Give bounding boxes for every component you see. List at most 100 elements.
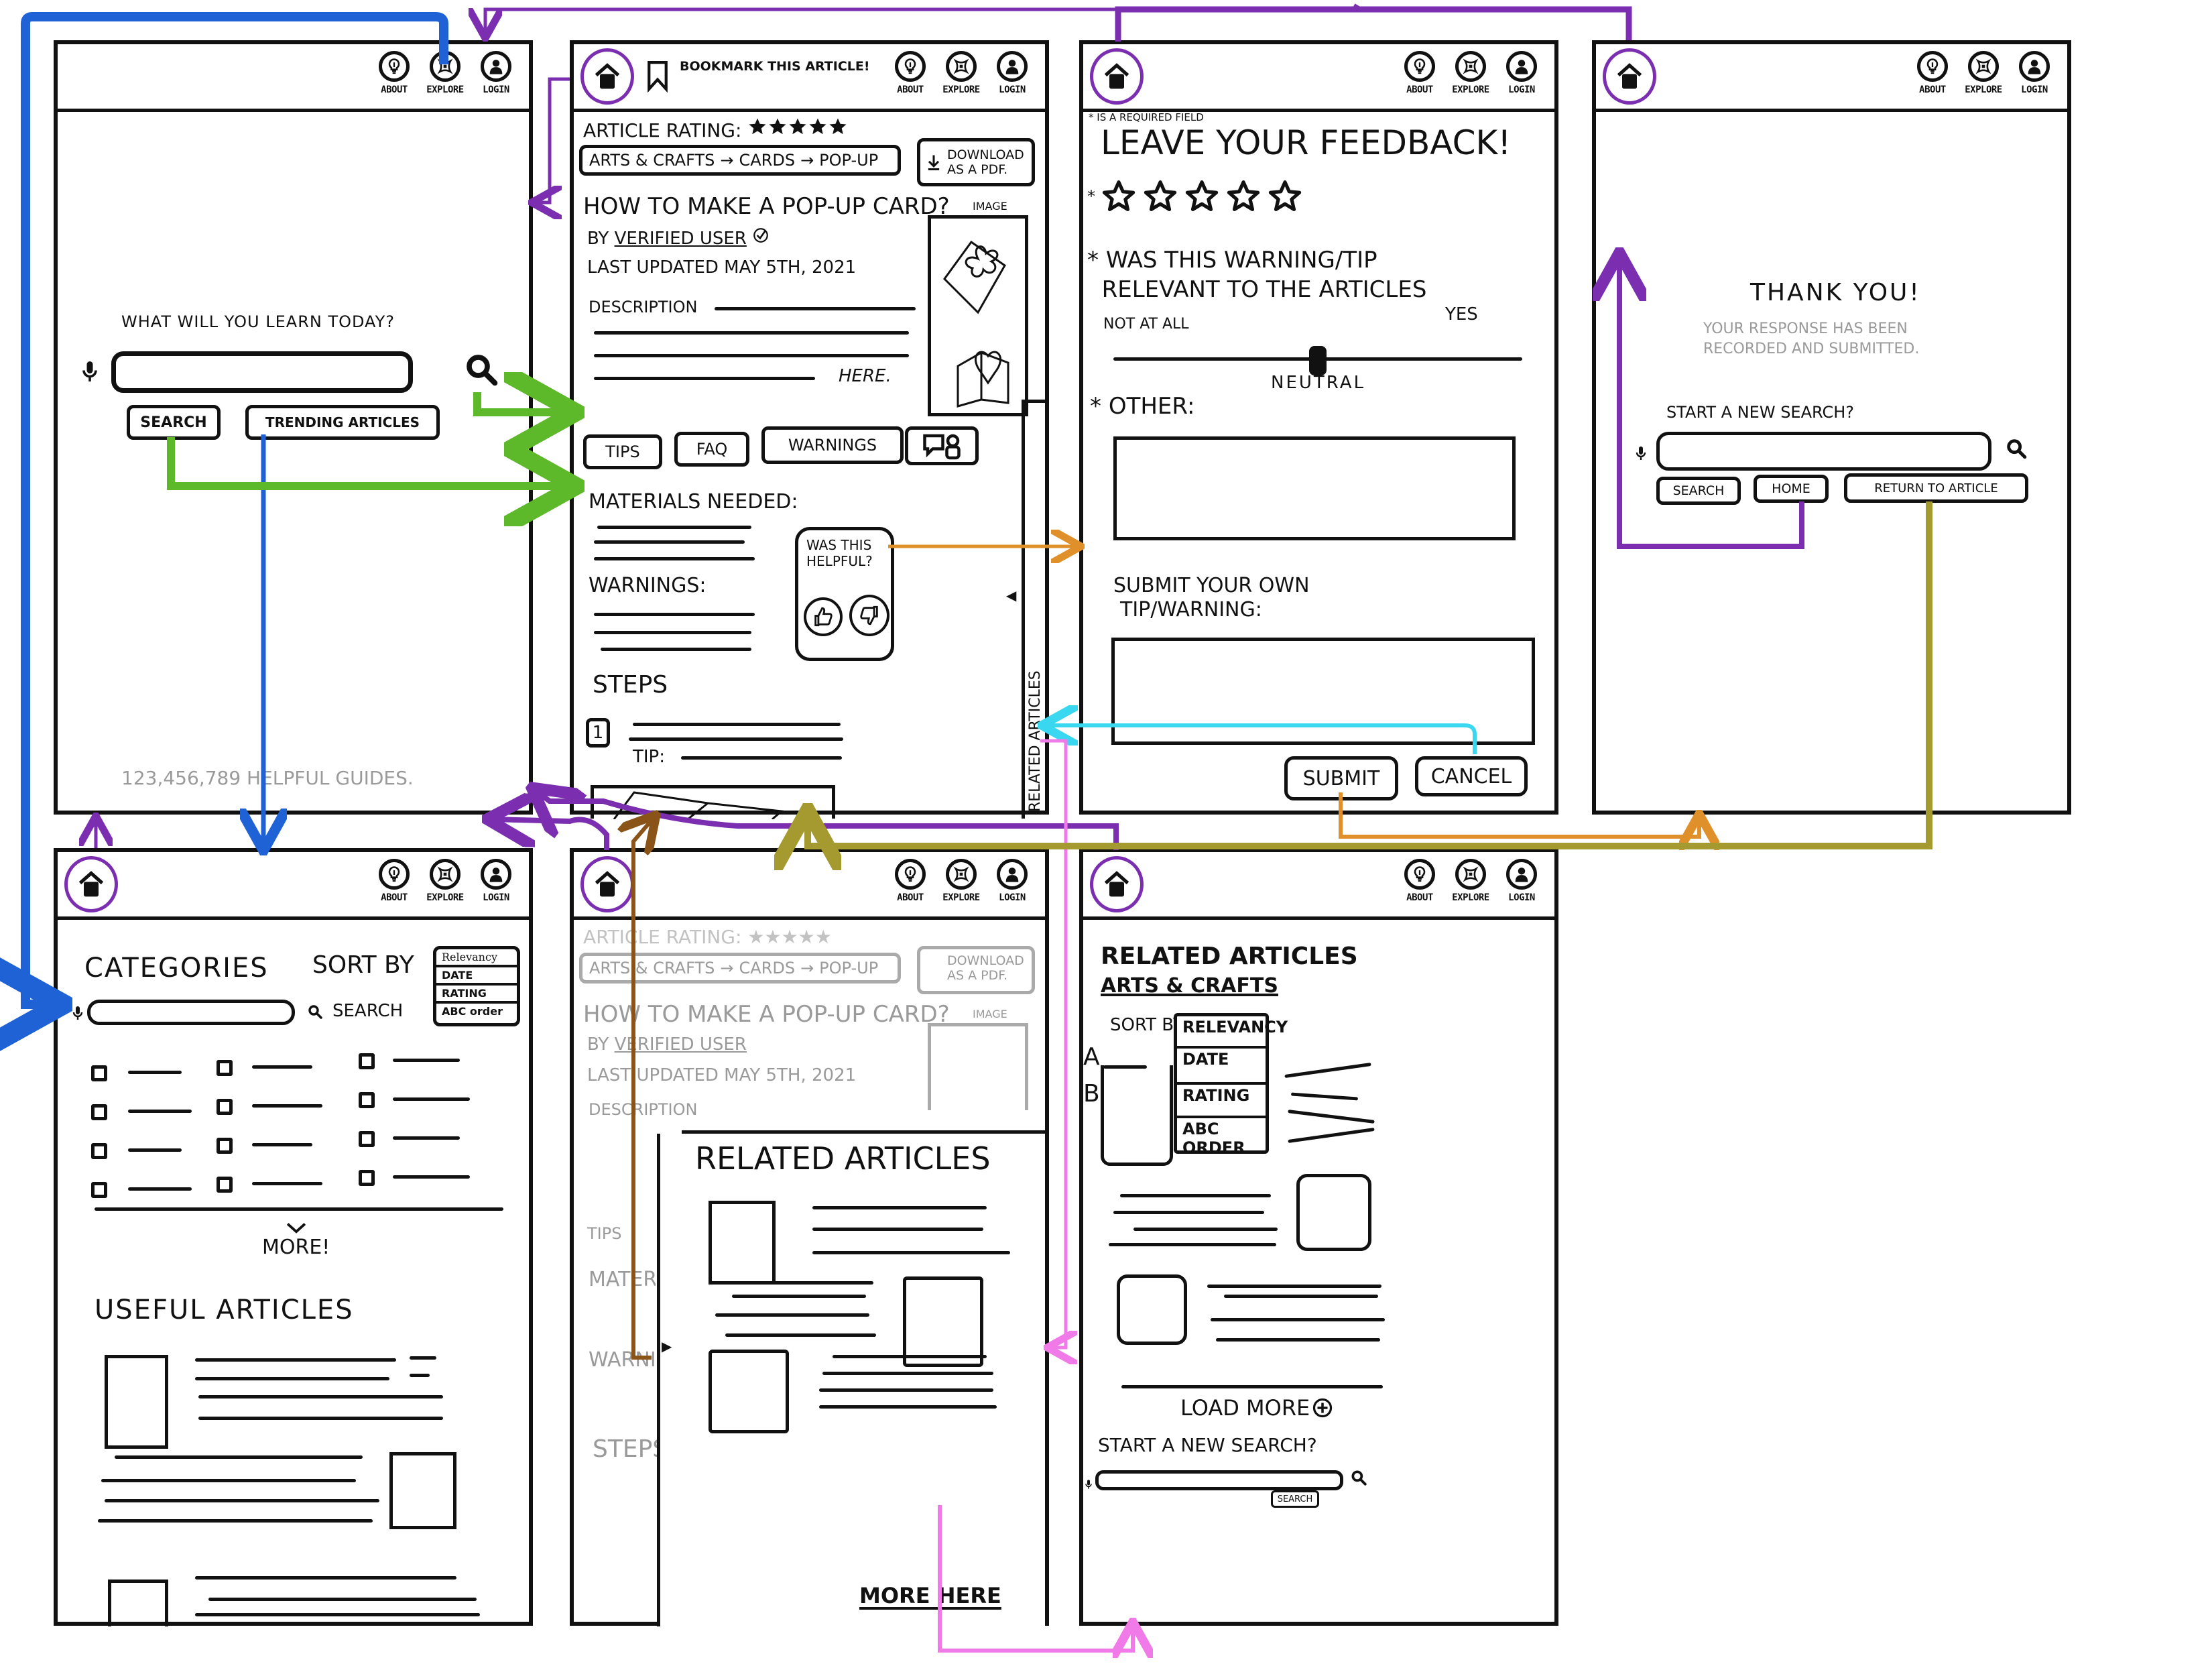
- category-checkbox[interactable]: [359, 1092, 375, 1108]
- tip-warning-textarea[interactable]: [1111, 638, 1535, 745]
- sort-dropdown[interactable]: RELEVANCY DATE RATING ABC ORDER: [1174, 1013, 1288, 1157]
- nav-login[interactable]: LOGIN: [2014, 51, 2055, 95]
- thumbs-up-button[interactable]: [804, 597, 843, 636]
- search-button[interactable]: SEARCH: [1271, 1490, 1319, 1508]
- nav-about[interactable]: ABOUT: [1912, 51, 1953, 95]
- category-checkbox[interactable]: [91, 1065, 107, 1081]
- home-button[interactable]: [580, 856, 634, 912]
- trending-articles-button[interactable]: TRENDING ARTICLES: [245, 405, 440, 440]
- breadcrumb-item[interactable]: CARDS: [739, 151, 795, 170]
- breadcrumb-item[interactable]: POP-UP: [819, 151, 878, 170]
- nav-login[interactable]: LOGIN: [1501, 51, 1542, 95]
- cancel-button[interactable]: CANCEL: [1415, 756, 1528, 796]
- bookmark-icon[interactable]: [646, 56, 669, 95]
- collapse-arrow-icon[interactable]: ▶: [662, 1338, 672, 1354]
- home-text-button[interactable]: HOME: [1754, 475, 1829, 503]
- search-input[interactable]: [1095, 1470, 1343, 1490]
- submit-button[interactable]: SUBMIT: [1284, 756, 1398, 800]
- sort-option[interactable]: ABC ORDER: [1177, 1118, 1266, 1157]
- home-button[interactable]: [1090, 48, 1144, 105]
- star-outline-icon[interactable]: [1184, 178, 1220, 215]
- nav-login[interactable]: LOGIN: [1501, 859, 1542, 903]
- search-button[interactable]: SEARCH: [127, 405, 221, 440]
- author-link[interactable]: VERIFIED USER: [615, 229, 747, 249]
- star-outline-icon[interactable]: [1267, 178, 1303, 215]
- nav-explore[interactable]: EXPLORE: [1450, 859, 1491, 903]
- article-thumbnail[interactable]: [108, 1580, 168, 1626]
- category-checkbox[interactable]: [217, 1138, 233, 1154]
- nav-about[interactable]: ABOUT: [373, 51, 415, 95]
- category-checkbox[interactable]: [217, 1060, 233, 1076]
- tab-warnings[interactable]: WARNINGS: [761, 426, 904, 464]
- search-icon[interactable]: [463, 349, 499, 390]
- related-thumbnail[interactable]: [903, 1276, 983, 1367]
- top-nav: ABOUT EXPLORE LOGIN: [1399, 51, 1542, 95]
- microphone-icon[interactable]: [1633, 440, 1649, 467]
- sort-option[interactable]: RATING: [1177, 1085, 1266, 1118]
- article-thumbnail[interactable]: [105, 1355, 168, 1449]
- microphone-icon[interactable]: [1083, 1476, 1094, 1493]
- nav-explore[interactable]: EXPLORE: [940, 51, 982, 95]
- nav-about[interactable]: ABOUT: [889, 51, 931, 95]
- related-panel-handle[interactable]: ▶: [657, 1134, 685, 1626]
- article-thumbnail[interactable]: [1101, 1065, 1173, 1166]
- category-checkbox[interactable]: [91, 1182, 107, 1198]
- comments-button[interactable]: [905, 426, 979, 465]
- sort-option[interactable]: RELEVANCY: [1177, 1016, 1288, 1049]
- category-checkbox[interactable]: [359, 1131, 375, 1147]
- related-articles-tab[interactable]: RELATED ARTICLES: [1022, 400, 1049, 819]
- return-to-article-button[interactable]: RETURN TO ARTICLE: [1844, 473, 2028, 503]
- search-icon[interactable]: [1350, 1469, 1367, 1486]
- tab-tips[interactable]: TIPS: [583, 434, 662, 469]
- article-text-line: [410, 1374, 430, 1377]
- nav-login[interactable]: LOGIN: [991, 51, 1033, 95]
- category-checkbox[interactable]: [217, 1099, 233, 1115]
- search-input[interactable]: [1656, 432, 1991, 471]
- star-rating-input[interactable]: *: [1087, 178, 1303, 215]
- nav-about[interactable]: ABOUT: [1399, 859, 1440, 903]
- home-button[interactable]: [1603, 48, 1656, 105]
- category-checkbox[interactable]: [91, 1104, 107, 1120]
- more-categories-button[interactable]: MORE!: [262, 1236, 330, 1259]
- nav-explore[interactable]: EXPLORE: [1963, 51, 2004, 95]
- nav-about[interactable]: ABOUT: [1399, 51, 1440, 95]
- chevron-down-icon[interactable]: [286, 1222, 307, 1234]
- nav-explore[interactable]: EXPLORE: [940, 859, 982, 903]
- home-button[interactable]: [580, 48, 634, 105]
- search-input[interactable]: [111, 351, 413, 393]
- expand-related-arrow-icon[interactable]: ◀: [1006, 587, 1016, 603]
- home-button[interactable]: [1090, 856, 1144, 912]
- category-checkbox[interactable]: [91, 1143, 107, 1159]
- nav-login[interactable]: LOGIN: [475, 51, 517, 95]
- tab-faq[interactable]: FAQ: [674, 432, 749, 467]
- thumbs-down-button[interactable]: [849, 595, 889, 636]
- star-outline-icon[interactable]: [1101, 178, 1137, 215]
- slider-thumb[interactable]: [1309, 346, 1327, 375]
- nav-login[interactable]: LOGIN: [991, 859, 1033, 903]
- load-more-button[interactable]: LOAD MORE: [1180, 1395, 1333, 1421]
- article-thumbnail[interactable]: [1117, 1274, 1187, 1345]
- more-related-link[interactable]: MORE HERE: [859, 1583, 1001, 1608]
- nav-explore[interactable]: EXPLORE: [1450, 51, 1491, 95]
- star-outline-icon[interactable]: [1142, 178, 1178, 215]
- search-icon[interactable]: [2005, 432, 2028, 465]
- related-thumbnail[interactable]: [709, 1201, 776, 1285]
- nav-explore[interactable]: EXPLORE: [424, 51, 466, 95]
- other-textarea[interactable]: [1113, 436, 1516, 540]
- microphone-icon[interactable]: [78, 353, 102, 390]
- category-checkbox[interactable]: [217, 1177, 233, 1193]
- article-thumbnail[interactable]: [389, 1452, 456, 1529]
- bookmark-label[interactable]: BOOKMARK THIS ARTICLE!: [680, 59, 870, 74]
- related-category-link[interactable]: ARTS & CRAFTS: [1101, 974, 1278, 998]
- article-thumbnail[interactable]: [1296, 1174, 1371, 1251]
- related-thumbnail[interactable]: [709, 1350, 789, 1433]
- breadcrumb-item[interactable]: ARTS & CRAFTS: [589, 151, 715, 170]
- sort-option[interactable]: DATE: [1177, 1049, 1266, 1085]
- category-checkbox[interactable]: [359, 1053, 375, 1069]
- search-button[interactable]: SEARCH: [1656, 477, 1741, 505]
- relevance-slider[interactable]: [1113, 346, 1522, 375]
- nav-about[interactable]: ABOUT: [889, 859, 931, 903]
- category-checkbox[interactable]: [359, 1170, 375, 1186]
- star-outline-icon[interactable]: [1225, 178, 1262, 215]
- download-pdf-button[interactable]: DOWNLOAD AS A PDF.: [917, 138, 1035, 186]
